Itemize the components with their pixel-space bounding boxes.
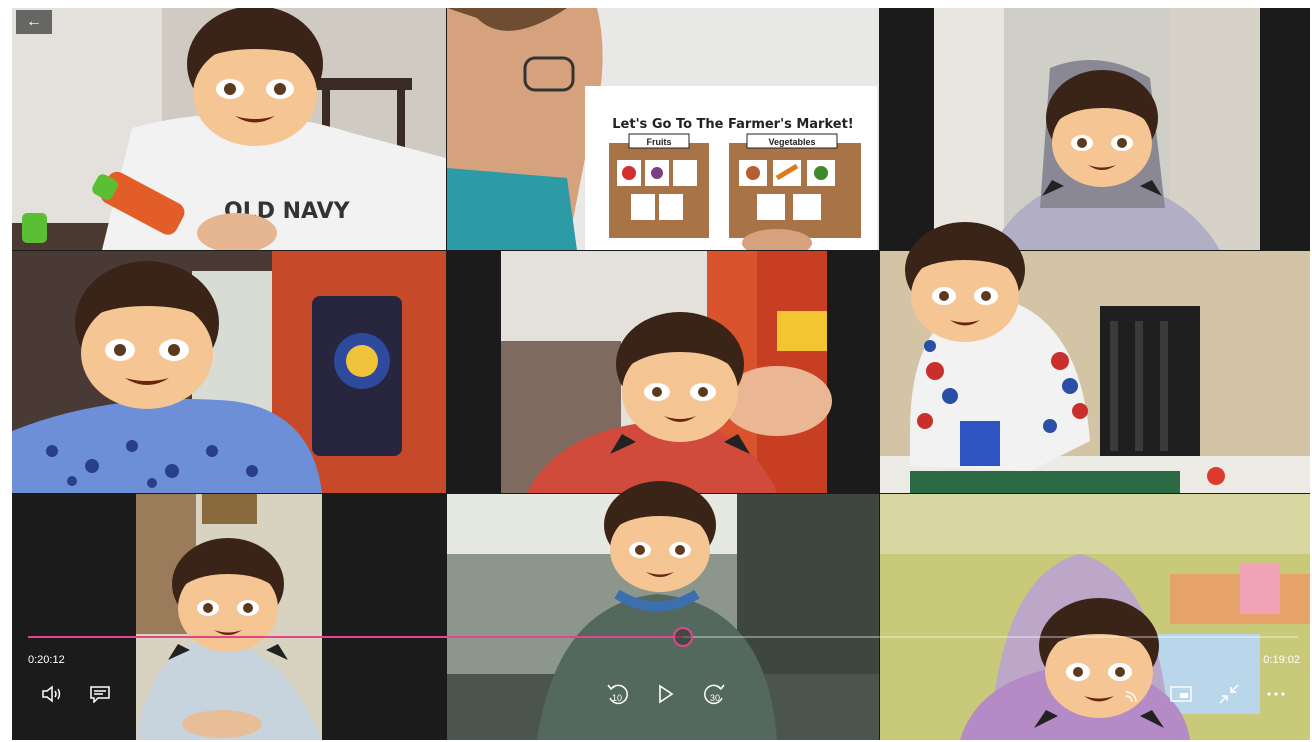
video-tile-presenter: Let's Go To The Farmer's Market! Fruits … [447,8,879,250]
basket-vegetables: Vegetables [729,133,861,238]
svg-text:Vegetables: Vegetables [768,137,815,147]
exit-fullscreen-button[interactable] [1215,680,1243,708]
skip-forward-30-icon: 30 [704,684,725,705]
face-overlay-6 [168,538,288,660]
play-button[interactable] [652,680,680,708]
face-overlay-1 [187,8,323,146]
basket-fruits: Fruits [609,133,709,238]
face-overlay-8 [1034,598,1164,728]
skip-back-button[interactable]: 10 [603,680,631,708]
remaining-time: 0:19:02 [1263,654,1300,666]
svg-text:Fruits: Fruits [646,137,671,147]
arrow-left-icon: ← [26,13,42,30]
seek-bar[interactable] [28,627,1298,647]
cast-icon [1125,691,1137,702]
video-frame: OLD NAVY ← Let's Go To The Farmer's Mark… [12,8,1310,740]
skip-forward-button[interactable]: 30 [701,680,729,708]
poster-title: Let's Go To The Farmer's Market! [612,117,853,132]
play-icon [659,684,674,704]
face-overlay-5 [905,222,1025,342]
back-button[interactable]: ← [16,10,52,34]
face-overlay-4 [610,312,750,454]
face-overlay-2 [1042,70,1162,196]
seek-progress [28,636,684,638]
mini-view-icon [1170,686,1192,702]
skip-back-10-icon: 10 [607,684,628,705]
exit-fullscreen-icon [1219,684,1239,704]
face-overlay-7 [604,481,716,592]
cast-button[interactable] [1120,680,1148,708]
mini-view-button[interactable] [1167,680,1195,708]
elapsed-time: 0:20:12 [28,654,65,666]
captions-icon [90,686,110,703]
captions-button[interactable] [86,680,114,708]
svg-text:10: 10 [612,693,622,703]
svg-text:30: 30 [710,693,720,703]
volume-button[interactable] [38,680,66,708]
more-button[interactable] [1262,680,1290,708]
more-icon [1267,692,1285,696]
face-overlay-3 [75,261,219,409]
tile-scene: Let's Go To The Farmer's Market! Fruits … [447,8,879,250]
volume-icon [42,685,61,703]
